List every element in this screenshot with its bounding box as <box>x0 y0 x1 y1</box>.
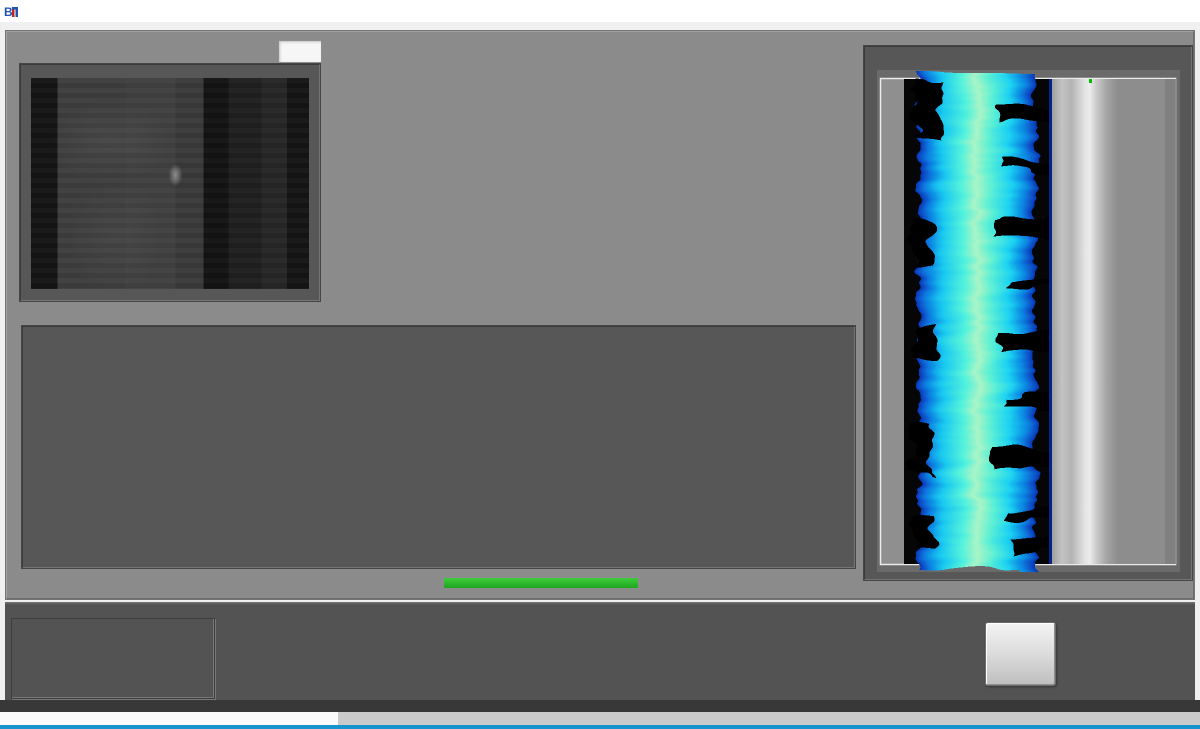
horizontal-scrollbar[interactable] <box>0 712 1200 725</box>
svg-text:B: B <box>4 5 13 19</box>
file-position-fill <box>444 578 638 588</box>
file-position-progressbar <box>443 577 639 589</box>
actual-fps-value <box>278 40 322 63</box>
left-edge-spot-chart <box>22 326 855 568</box>
app-logo-icon: B <box>4 4 22 19</box>
bottom-shadow-strip <box>0 700 1200 712</box>
camera-image-panel <box>19 63 321 302</box>
app-window: B <box>0 0 1200 729</box>
scrollbar-left-arrow[interactable] <box>0 712 338 725</box>
taskbar-edge <box>0 725 1200 729</box>
camera-image-canvas <box>31 78 309 289</box>
processed-image-panel <box>863 45 1193 581</box>
title-bar: B <box>0 0 1200 22</box>
panel-buttons-groupbox <box>11 618 215 699</box>
exit-button[interactable] <box>985 622 1056 686</box>
bottom-control-panel <box>5 602 1195 700</box>
temperature-profile-chart <box>381 63 711 233</box>
main-panel <box>5 30 1195 600</box>
processed-image-canvas <box>877 70 1180 572</box>
spot-chart-panel <box>21 325 856 569</box>
